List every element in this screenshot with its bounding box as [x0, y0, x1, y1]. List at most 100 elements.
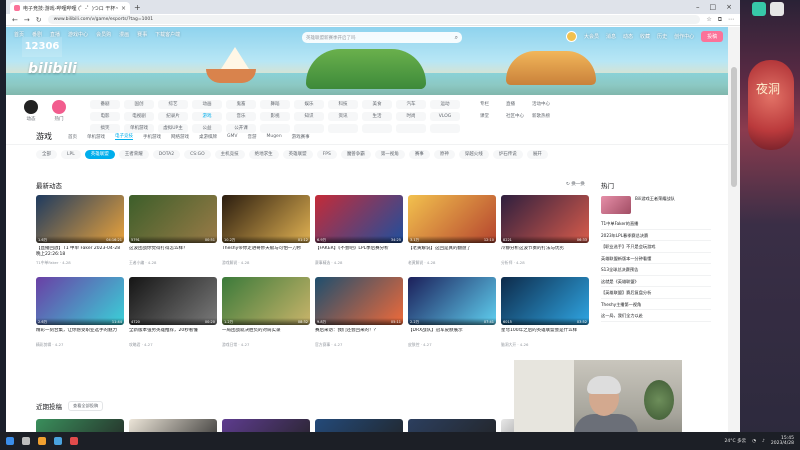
tab-4[interactable]: 网络游戏: [171, 134, 189, 140]
video-thumbnail[interactable]: 6015 03:52: [501, 277, 589, 325]
star-icon[interactable]: ☆: [706, 16, 711, 24]
tag-chip[interactable]: CS:GO: [184, 149, 211, 159]
near-video-thumbnail[interactable]: [408, 419, 496, 432]
right-nav-item[interactable]: 消息: [606, 33, 616, 40]
channel-icon-0[interactable]: 动态: [20, 100, 42, 129]
tag-chip[interactable]: 绝地求生: [248, 149, 279, 159]
video-card[interactable]: 2.6万 11:44 精彩一刻合集，让你感受职业选手的魅力 精彩剪辑 · 4-27: [36, 277, 124, 359]
video-title[interactable]: 【FAKER】《不会吧》LPL季后赛分析: [315, 246, 403, 258]
video-author-date[interactable]: 皮肤控 · 4-27: [408, 342, 496, 348]
volume-icon[interactable]: ♪: [762, 439, 765, 444]
tag-chip[interactable]: DOTA2: [152, 149, 181, 159]
channel-grid-item[interactable]: [260, 124, 290, 133]
tag-chip[interactable]: 第一视角: [374, 149, 405, 159]
tab-5[interactable]: 桌游棋牌: [199, 134, 217, 140]
video-author-date[interactable]: 游戏日常 · 4-27: [222, 342, 310, 348]
video-card[interactable]: 6.9万 34:25 【FAKER】《不会吧》LPL季后赛分析 赛事精选 · 4-28: [315, 195, 403, 277]
channel-grid-item[interactable]: 生活: [362, 112, 392, 121]
near-video-thumbnail[interactable]: [129, 419, 217, 432]
menu-icon[interactable]: ⋯: [728, 16, 734, 24]
channel-grid-item[interactable]: 娱乐: [294, 100, 324, 109]
video-thumbnail[interactable]: 9.8万 05:11: [315, 277, 403, 325]
top-nav-item[interactable]: 会员购: [96, 31, 111, 38]
explorer-icon[interactable]: [38, 437, 46, 445]
refresh-button[interactable]: ↻ 换一换: [566, 181, 585, 187]
channel-side-link[interactable]: 社区中心: [506, 112, 530, 121]
video-card[interactable]: 1.6万 04:16:21 【直播回放】T1 中单 Faker 2023-04-28…: [36, 195, 124, 277]
top-nav-item[interactable]: 游戏中心: [68, 31, 88, 38]
channel-grid-item[interactable]: 汽车: [396, 100, 426, 109]
video-thumbnail[interactable]: 5791 00:51: [129, 195, 217, 243]
channel-grid-item[interactable]: 公开课: [226, 124, 256, 133]
video-card[interactable]: 1.2万 08:32 一局团战就决胜负的对局实录游戏日常 · 4-27: [222, 277, 310, 359]
channel-grid-item[interactable]: 舞蹈: [260, 100, 290, 109]
tag-chip[interactable]: LPL: [61, 149, 81, 159]
browser-taskbar-icon[interactable]: [54, 437, 62, 445]
tag-chip[interactable]: 英雄联盟: [282, 149, 313, 159]
channel-grid-item[interactable]: 知识: [294, 112, 324, 121]
video-thumbnail[interactable]: 4720 00:20: [129, 277, 217, 325]
tag-chip[interactable]: 全部: [36, 149, 57, 159]
channel-grid-item[interactable]: 时尚: [396, 112, 426, 121]
video-title[interactable]: 冷静分析这波节奏的打法与优劣: [501, 246, 589, 258]
video-title[interactable]: 精彩一刻合集，让你感受职业选手的魅力: [36, 328, 124, 340]
video-thumbnail[interactable]: 2.6万 11:44: [36, 277, 124, 325]
channel-grid-item[interactable]: 单机游戏: [124, 124, 154, 133]
channel-grid-item[interactable]: 科技: [328, 100, 358, 109]
channel-side-link[interactable]: 专栏: [480, 100, 504, 109]
channel-grid-item[interactable]: 电视剧: [124, 112, 154, 121]
tab-8[interactable]: Mugen: [266, 134, 281, 139]
video-title[interactable]: 【老黄解说】这回是真的翻盘了: [408, 246, 496, 258]
video-title[interactable]: 一局团战就决胜负的对局实录: [222, 328, 310, 340]
hot-list-item[interactable]: T1中单Faker的直播: [601, 218, 711, 230]
channel-grid-item[interactable]: 动画: [192, 100, 222, 109]
right-nav-item[interactable]: 动态: [623, 33, 633, 40]
video-author-date[interactable]: 攻略君 · 4-27: [129, 342, 217, 348]
tag-chip[interactable]: 主机竞技: [214, 149, 245, 159]
channel-grid-item[interactable]: 综艺: [158, 100, 188, 109]
video-title[interactable]: 星穹100年之后的英雄联盟会是什么样: [501, 328, 589, 340]
minimize-icon[interactable]: –: [696, 3, 700, 11]
tag-chip[interactable]: 王者荣耀: [118, 149, 149, 159]
channel-grid-item[interactable]: 搞笑: [90, 124, 120, 133]
video-author-date[interactable]: 脑洞大开 · 4-26: [501, 342, 589, 348]
hot-first-item[interactable]: Bili游戏王者荣耀战队: [601, 196, 711, 214]
tag-chip[interactable]: 炉石传说: [492, 149, 523, 159]
hot-list-item[interactable]: 【英雄联盟】赛后复盘分析: [601, 287, 711, 299]
channel-grid-item[interactable]: 音乐: [226, 112, 256, 121]
clock[interactable]: 15:45 2023/4/28: [771, 436, 794, 446]
video-card[interactable]: 6015 03:52 星穹100年之后的英雄联盟会是什么样脑洞大开 · 4-26: [501, 277, 589, 359]
channel-grid-item[interactable]: VLOG: [430, 112, 460, 121]
near-video-thumbnail[interactable]: [315, 419, 403, 432]
channel-grid-item[interactable]: [294, 124, 324, 133]
search-input[interactable]: 英雄联盟新赛季开启了吗: [306, 35, 455, 41]
tag-chip[interactable]: 展开: [526, 149, 548, 159]
tag-chip[interactable]: 原神: [433, 149, 455, 159]
top-nav-item[interactable]: 下载客户端: [155, 31, 180, 38]
tag-chip[interactable]: 穿越火线: [458, 149, 489, 159]
channel-grid-item[interactable]: 资讯: [328, 112, 358, 121]
video-thumbnail[interactable]: 1.6万 04:16:21: [36, 195, 124, 243]
channel-grid-item[interactable]: 公益: [192, 124, 222, 133]
forward-icon[interactable]: →: [24, 16, 30, 24]
tab-3[interactable]: 手机游戏: [143, 134, 161, 140]
channel-grid-item[interactable]: 游戏: [192, 112, 222, 121]
video-title[interactable]: 全新版本强势英雄推荐，20秒看懂: [129, 328, 217, 340]
channel-grid-item[interactable]: 番剧: [90, 100, 120, 109]
hot-list-item[interactable]: S13全球总决赛预告: [601, 264, 711, 276]
maximize-icon[interactable]: □: [710, 3, 717, 11]
back-icon[interactable]: ←: [12, 16, 18, 24]
video-thumbnail[interactable]: 1.2万 08:32: [222, 277, 310, 325]
channel-side-link[interactable]: 直播: [506, 100, 530, 109]
video-title[interactable]: 赛后采访：我们还会回来的！？: [315, 328, 403, 340]
video-thumbnail[interactable]: 10.2万 01:12: [222, 195, 310, 243]
hot-list-item[interactable]: 英雄联盟新版本一分钟看懂: [601, 253, 711, 264]
video-author-date[interactable]: 赛事精选 · 4-28: [315, 260, 403, 266]
right-nav-item[interactable]: 大会员: [584, 33, 599, 40]
video-card[interactable]: 4720 00:20 全新版本强势英雄推荐，20秒看懂攻略君 · 4-27: [129, 277, 217, 359]
video-thumbnail[interactable]: 8221 06:33: [501, 195, 589, 243]
tag-chip[interactable]: 魔兽争霸: [340, 149, 371, 159]
tab-9[interactable]: 游戏赛事: [292, 134, 310, 140]
bilibili-logo[interactable]: bilibili: [28, 61, 77, 77]
right-nav-item[interactable]: 创作中心: [674, 33, 694, 40]
